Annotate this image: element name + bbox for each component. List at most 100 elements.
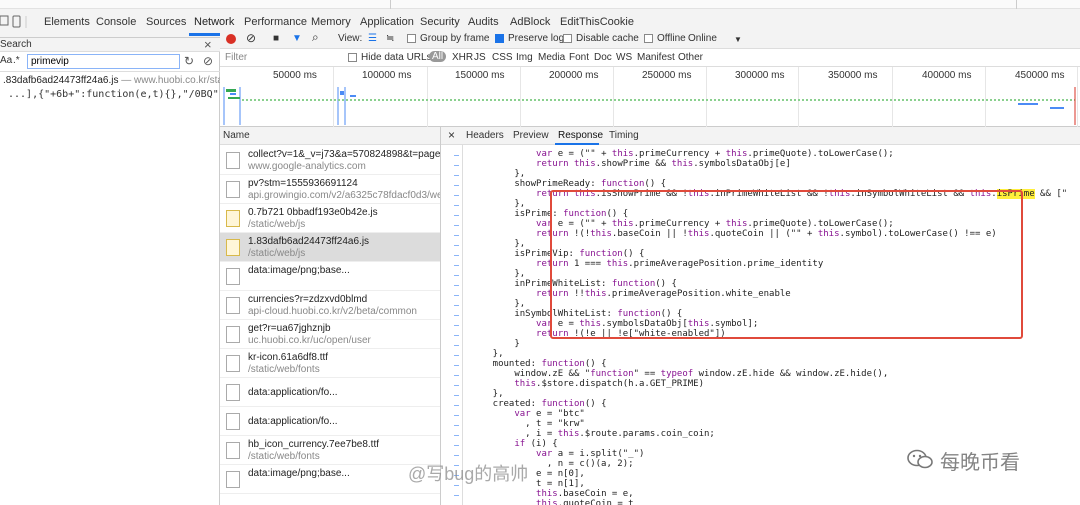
request-path: api.growingio.com/v2/a6325c78fdacf0d3/we… [248, 190, 441, 201]
type-filter-xhr[interactable]: XHR [452, 52, 473, 63]
gutter-marker [454, 455, 459, 456]
code-line: }, [471, 169, 526, 179]
inspect-icon[interactable] [0, 12, 30, 32]
request-row[interactable]: get?r=ua67jghznjb uc.huobi.co.kr/uc/open… [220, 320, 440, 349]
chevron-down-icon[interactable]: ▼ [734, 35, 742, 44]
request-path: /static/web/js [248, 248, 306, 259]
view-label: View: [338, 33, 363, 44]
inspect-icons[interactable] [0, 12, 30, 32]
list-view-icon[interactable]: ☰ [368, 33, 377, 44]
request-name: data:image/png;base... [248, 468, 350, 479]
disable-cache-label: Disable cache [576, 33, 639, 44]
filter-input[interactable]: Filter [225, 52, 247, 63]
request-row[interactable]: data:image/png;base... [220, 262, 440, 291]
disable-cache-checkbox[interactable] [563, 34, 572, 43]
code-line: }, [471, 269, 526, 279]
request-name: hb_icon_currency.7ee7be8.ttf [248, 439, 380, 450]
code-line: showPrimeReady: function() { [471, 179, 667, 189]
preserve-log-checkbox[interactable] [495, 34, 504, 43]
gutter-marker [454, 445, 459, 446]
code-line: }, [471, 299, 526, 309]
gutter-marker [454, 265, 459, 266]
type-filter-img[interactable]: Img [516, 52, 533, 63]
code-line: var e = "btc" [514, 409, 585, 419]
request-row[interactable]: collect?v=1&_v=j73&a=570824898&t=pagevie… [220, 146, 440, 175]
type-filter-ws[interactable]: WS [616, 52, 632, 63]
tab-sources[interactable]: Sources [146, 12, 186, 32]
code-line: this.quoteCoin = t [536, 499, 634, 505]
request-name: data:application/fo... [248, 416, 338, 427]
gutter-marker [454, 395, 459, 396]
hide-data-urls-label: Hide data URLs [361, 52, 432, 63]
close-icon[interactable]: × [448, 128, 455, 142]
request-name: data:image/png;base... [248, 265, 350, 276]
request-row[interactable]: 0.7b721 0bbadf193e0b42e.js /static/web/j… [220, 204, 440, 233]
js-file-icon [226, 239, 240, 256]
tab-headers[interactable]: Headers [466, 130, 504, 141]
type-filter-media[interactable]: Media [538, 52, 565, 63]
tab-timing[interactable]: Timing [609, 130, 639, 141]
font-file-icon [226, 355, 240, 372]
gutter-marker [454, 215, 459, 216]
clear-log-icon[interactable]: ⊘ [246, 31, 256, 45]
watermark-brand: 每晚币看 [940, 452, 1020, 474]
type-filter-doc[interactable]: Doc [594, 52, 612, 63]
code-line: var a = i.split("_") [536, 449, 645, 459]
gutter-marker [454, 315, 459, 316]
request-row[interactable]: currencies?r=zdzxvd0blmd api-cloud.huobi… [220, 291, 440, 320]
timeline-waterfall-graphic [223, 87, 1076, 125]
file-icon [226, 297, 240, 314]
code-line: return this.showPrime && this.symbolsDat… [536, 159, 791, 169]
offline-checkbox[interactable] [644, 34, 653, 43]
request-row[interactable]: pv?stm=1555936691124 api.growingio.com/v… [220, 175, 441, 204]
type-filter-css[interactable]: CSS [492, 52, 513, 63]
record-icon[interactable] [226, 34, 236, 44]
search-result-file[interactable]: .83dafb6ad24473ff24a6.js — www.huobi.co.… [3, 75, 244, 86]
refresh-icon[interactable]: ↻ [184, 54, 194, 68]
code-line: } [471, 339, 520, 349]
gutter-marker [454, 165, 459, 166]
type-filter-other[interactable]: Other [678, 52, 703, 63]
name-column-header[interactable]: Name [220, 127, 440, 145]
waterfall-view-icon[interactable]: ≒ [386, 33, 394, 44]
type-filter-js[interactable]: JS [474, 52, 486, 63]
request-row[interactable]: kr-icon.61a6df8.ttf /static/web/fonts [220, 349, 440, 378]
gutter-marker [454, 355, 459, 356]
group-by-frame-label: Group by frame [420, 33, 490, 44]
throttling-select[interactable]: Online [688, 33, 717, 44]
request-row-selected[interactable]: 1.83dafb6ad24473ff24a6.js /static/web/js [220, 233, 440, 262]
request-row[interactable]: data:application/fo... [220, 378, 440, 407]
code-line: }, [471, 349, 504, 359]
tab-preview[interactable]: Preview [513, 130, 549, 141]
code-line: }, [471, 239, 526, 249]
close-icon[interactable]: × [204, 38, 212, 52]
search-panel-header: Search × [0, 38, 220, 52]
font-file-icon [226, 442, 240, 459]
search-panel: Search × Aa .* ↻ ⊘ .83dafb6ad24473ff24a6… [0, 38, 363, 505]
search-icon[interactable]: ⌕ [312, 30, 319, 45]
type-filter-manifest[interactable]: Manifest [637, 52, 675, 63]
group-by-frame-checkbox[interactable] [407, 34, 416, 43]
type-filter-all[interactable]: All [429, 51, 447, 62]
code-line: var e = ("" + this.primeCurrency + this.… [536, 149, 894, 159]
clear-icon[interactable]: ⊘ [203, 54, 213, 68]
image-file-icon [226, 268, 240, 285]
match-case-toggle[interactable]: Aa [0, 55, 12, 66]
hide-data-urls-checkbox[interactable] [348, 53, 357, 62]
type-filter-font[interactable]: Font [569, 52, 589, 63]
filter-icon[interactable]: ▼ [292, 33, 302, 44]
gutter-marker [454, 495, 459, 496]
network-overview-timeline[interactable]: 50000 ms 100000 ms 150000 ms 200000 ms 2… [220, 67, 1080, 127]
code-line: mounted: function() { [471, 359, 607, 369]
request-list: Name collect?v=1&_v=j73&a=570824898&t=pa… [220, 127, 441, 505]
tab-elements[interactable]: Elements [44, 12, 90, 32]
filter-toolbar: Filter Hide data URLs All XHR JS CSS Img… [220, 49, 1080, 67]
gutter-marker [454, 275, 459, 276]
regex-toggle[interactable]: .* [13, 55, 20, 66]
request-row[interactable]: data:application/fo... [220, 407, 440, 436]
tab-response[interactable]: Response [558, 130, 603, 141]
search-input[interactable] [27, 54, 180, 69]
tab-console[interactable]: Console [96, 12, 136, 32]
camera-icon[interactable]: ■ [273, 33, 279, 44]
code-line: created: function() { [471, 399, 607, 409]
